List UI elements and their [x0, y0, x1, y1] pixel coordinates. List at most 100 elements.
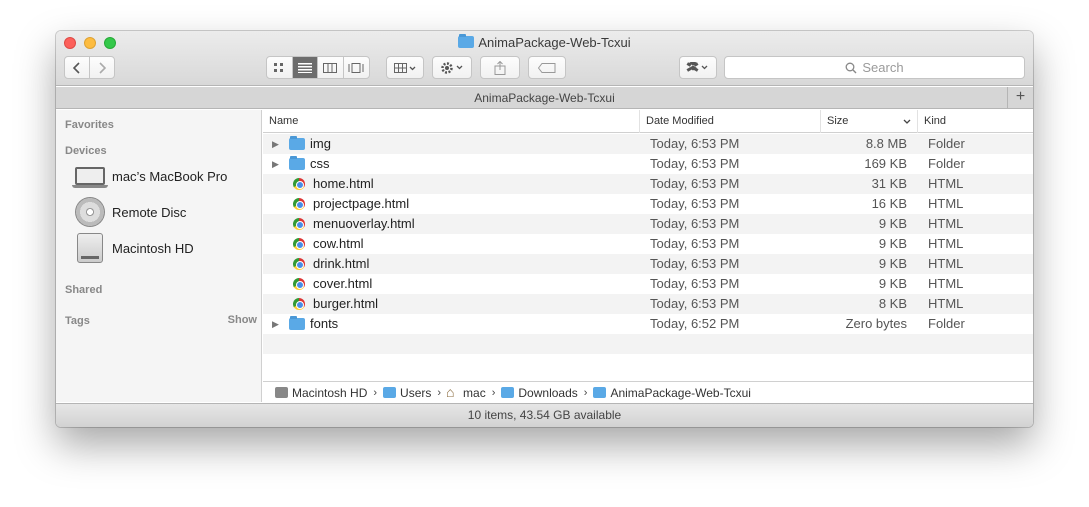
sidebar-heading-shared: Shared	[65, 284, 103, 296]
window-title: AnimaPackage-Web-Tcxui	[56, 34, 1033, 50]
sidebar-heading-devices: Devices	[65, 145, 107, 157]
cover-flow-icon	[348, 62, 364, 73]
gear-icon	[441, 61, 463, 74]
laptop-icon	[72, 160, 108, 192]
breadcrumb-item[interactable]: mac	[446, 384, 486, 400]
new-tab-button[interactable]: +	[1007, 87, 1033, 109]
file-date: Today, 6:53 PM	[650, 176, 740, 191]
column-kind[interactable]: Kind	[918, 110, 1033, 133]
html-file-icon	[293, 218, 305, 230]
file-name-text: cover.html	[313, 276, 373, 291]
table-row[interactable]: menuoverlay.html Today, 6:53 PM 9 KB HTML	[263, 214, 1033, 234]
sidebar-item-macbook-pro[interactable]: mac’s MacBook Pro	[72, 160, 227, 192]
file-name-text: img	[310, 136, 331, 151]
file-kind: Folder	[928, 316, 965, 331]
downloads-folder-icon	[501, 387, 515, 398]
file-name: css	[289, 154, 330, 174]
sidebar-item-label: Macintosh HD	[112, 240, 194, 256]
column-name[interactable]: Name	[263, 110, 640, 133]
column-view-button[interactable]	[318, 57, 344, 78]
file-name-text: home.html	[313, 176, 374, 191]
file-date: Today, 6:53 PM	[650, 156, 740, 171]
breadcrumb-item[interactable]: AnimaPackage-Web-Tcxui	[593, 386, 751, 400]
column-size[interactable]: Size	[821, 110, 918, 133]
breadcrumb-separator-icon: ›	[491, 386, 496, 399]
finder-window: AnimaPackage-Web-Tcxui Search AnimaPacka…	[56, 31, 1033, 427]
file-size: 9 KB	[878, 216, 907, 231]
file-name-text: fonts	[310, 316, 339, 331]
view-mode-segment	[266, 56, 370, 79]
file-size: 16 KB	[871, 196, 907, 211]
breadcrumb-item[interactable]: Macintosh HD	[275, 386, 367, 400]
breadcrumb-item[interactable]: Users	[383, 386, 431, 400]
file-list: Name Date Modified Size Kind ▶ img Today, …	[263, 110, 1033, 402]
share-button[interactable]	[480, 56, 520, 79]
sidebar-item-label: Remote Disc	[112, 204, 187, 220]
title-bar: AnimaPackage-Web-Tcxui Search	[56, 31, 1033, 86]
action-button[interactable]	[432, 56, 472, 79]
sidebar-item-macintosh-hd[interactable]: Macintosh HD	[74, 232, 194, 264]
file-name: drink.html	[289, 254, 369, 274]
sidebar-heading-tags: Tags	[65, 315, 90, 327]
table-row[interactable]: projectpage.html Today, 6:53 PM 16 KB HTML	[263, 194, 1033, 214]
table-row[interactable]: drink.html Today, 6:53 PM 9 KB HTML	[263, 254, 1033, 274]
search-field[interactable]: Search	[724, 56, 1025, 79]
list-icon	[297, 62, 312, 73]
file-name: fonts	[289, 314, 338, 334]
sidebar-heading-favorites: Favorites	[65, 119, 114, 131]
html-file-icon	[293, 298, 305, 310]
folder-icon	[383, 387, 397, 398]
empty-row	[263, 334, 1033, 354]
file-size: 9 KB	[878, 276, 907, 291]
file-name-text: burger.html	[313, 296, 379, 311]
table-row[interactable]: ▶ css Today, 6:53 PM 169 KB Folder	[263, 154, 1033, 174]
file-name-text: projectpage.html	[313, 196, 410, 211]
breadcrumb-separator-icon: ›	[583, 386, 588, 399]
disclosure-triangle-icon[interactable]: ▶	[272, 314, 279, 334]
breadcrumb-item[interactable]: Downloads	[501, 385, 578, 400]
file-name: cow.html	[289, 234, 364, 254]
file-size: 169 KB	[864, 156, 907, 171]
file-kind: HTML	[928, 236, 964, 251]
tag-button[interactable]	[528, 56, 566, 79]
breadcrumb-label: Macintosh HD	[292, 385, 368, 400]
file-date: Today, 6:52 PM	[650, 316, 740, 331]
status-bar: 10 items, 43.54 GB available	[56, 403, 1033, 427]
table-row[interactable]: ▶ img Today, 6:53 PM 8.8 MB Folder	[263, 134, 1033, 154]
file-name-text: cow.html	[313, 236, 364, 251]
table-row[interactable]: burger.html Today, 6:53 PM 8 KB HTML	[263, 294, 1033, 314]
file-kind: HTML	[928, 216, 964, 231]
hard-drive-icon	[275, 387, 288, 398]
tab-title: AnimaPackage-Web-Tcxui	[474, 91, 615, 105]
breadcrumb-label: Downloads	[518, 385, 578, 400]
show-tags-link[interactable]: Show	[228, 314, 257, 326]
dropbox-button[interactable]	[679, 56, 717, 79]
file-name: burger.html	[289, 294, 378, 314]
column-date-modified[interactable]: Date Modified	[640, 110, 821, 133]
file-name: projectpage.html	[289, 194, 409, 214]
table-row[interactable]: cover.html Today, 6:53 PM 9 KB HTML	[263, 274, 1033, 294]
column-size-label: Size	[827, 115, 849, 127]
breadcrumb-label: mac	[463, 385, 486, 400]
table-row[interactable]: home.html Today, 6:53 PM 31 KB HTML	[263, 174, 1033, 194]
folder-icon	[289, 316, 305, 330]
file-kind: Folder	[928, 136, 965, 151]
file-name-text: css	[310, 156, 330, 171]
back-button[interactable]	[65, 57, 90, 78]
arrange-button[interactable]	[386, 56, 424, 79]
dropbox-icon	[686, 61, 708, 72]
breadcrumb: Macintosh HD › Users › mac › Downloads › AnimaPa…	[263, 381, 1033, 403]
cover-flow-button[interactable]	[344, 57, 369, 78]
breadcrumb-separator-icon: ›	[373, 386, 378, 399]
table-row[interactable]: cow.html Today, 6:53 PM 9 KB HTML	[263, 234, 1033, 254]
icon-view-button[interactable]	[267, 57, 293, 78]
disclosure-triangle-icon[interactable]: ▶	[272, 134, 279, 154]
forward-button[interactable]	[90, 57, 114, 78]
column-header: Name Date Modified Size Kind	[263, 110, 1033, 133]
file-size: 31 KB	[871, 176, 907, 191]
sidebar-item-remote-disc[interactable]: Remote Disc	[74, 196, 186, 228]
disclosure-triangle-icon[interactable]: ▶	[272, 154, 279, 174]
list-view-button[interactable]	[292, 57, 318, 78]
file-name: cover.html	[289, 274, 372, 294]
table-row[interactable]: ▶ fonts Today, 6:52 PM Zero bytes Folder	[263, 314, 1033, 334]
